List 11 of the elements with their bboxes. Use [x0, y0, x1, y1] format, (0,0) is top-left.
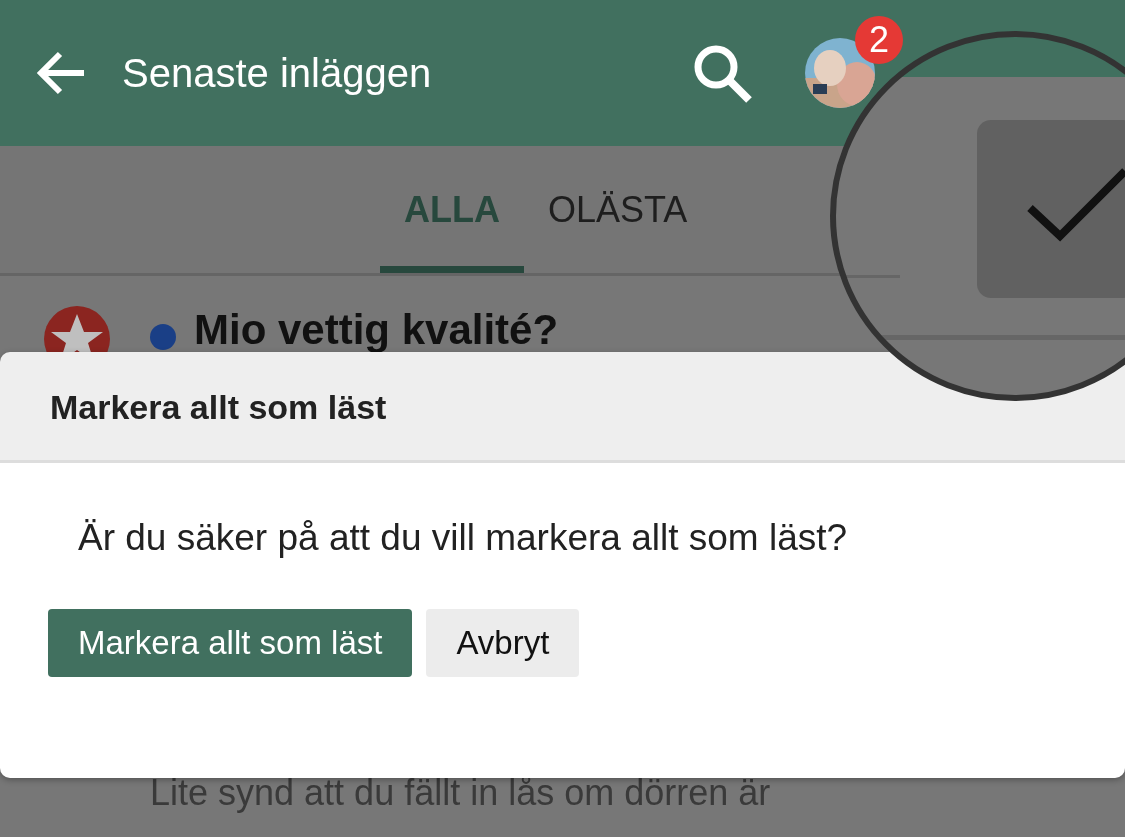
post-excerpt: Lite synd att du fällt in lås om dörren är — [150, 772, 772, 814]
dialog-title: Markera allt som läst — [50, 388, 387, 427]
confirm-button[interactable]: Markera allt som läst — [48, 609, 413, 677]
notification-badge: 2 — [855, 16, 903, 64]
back-arrow-icon[interactable] — [36, 50, 86, 96]
screen-title: Senaste inläggen — [122, 50, 433, 96]
dialog-message: Är du säker på att du vill markera allt som läst? — [78, 517, 849, 559]
tab[interactable]: OLÄSTA — [524, 146, 712, 273]
post-title[interactable]: Mio vettig kvalité? — [194, 306, 559, 354]
tab[interactable]: ALLA — [380, 146, 524, 273]
cancel-button[interactable]: Avbryt — [426, 609, 580, 677]
